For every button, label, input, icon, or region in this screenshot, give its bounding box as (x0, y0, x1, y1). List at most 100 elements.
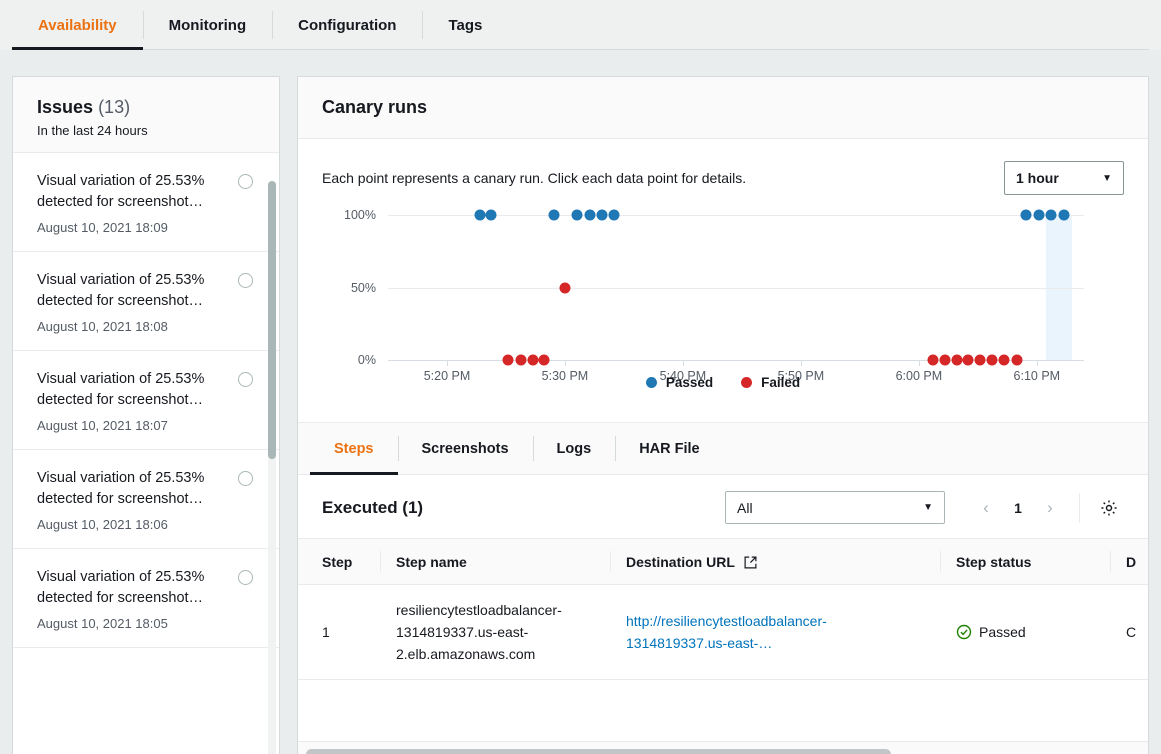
check-circle-icon (956, 624, 972, 640)
canary-runs-header: Canary runs (298, 77, 1148, 139)
chart-data-point-passed[interactable] (571, 210, 582, 221)
table-toolbar: Executed (1) All ▼ ‹ 1 › (298, 475, 1148, 538)
tab-tags-label: Tags (448, 17, 482, 34)
chart-toolbar: Each point represents a canary run. Clic… (322, 161, 1124, 195)
steps-table: Step Step name Destination URL Step stat… (298, 538, 1148, 680)
issues-count: (13) (98, 97, 130, 117)
next-page-button[interactable]: › (1035, 493, 1065, 523)
chart-data-point-passed[interactable] (584, 210, 595, 221)
canary-runs-panel: Canary runs Each point represents a cana… (297, 76, 1149, 754)
list-item[interactable]: Visual variation of 25.53% detected for … (13, 549, 279, 648)
table-row[interactable]: 1 resiliencytestloadbalancer-1314819337.… (298, 585, 1148, 680)
list-item[interactable]: Visual variation of 25.53% detected for … (13, 450, 279, 549)
issues-panel: Issues (13) In the last 24 hours Visual … (12, 76, 280, 754)
chart-data-point-passed[interactable] (1045, 210, 1056, 221)
chart-data-point-failed[interactable] (516, 355, 527, 366)
chart-data-point-failed[interactable] (986, 355, 997, 366)
legend-swatch-passed (646, 377, 657, 388)
tab-tags[interactable]: Tags (422, 0, 508, 50)
chart-data-point-passed[interactable] (596, 210, 607, 221)
chart-y-tick-label: 50% (351, 281, 376, 295)
issue-description: Visual variation of 25.53% detected for … (37, 171, 233, 213)
gear-icon[interactable] (1079, 493, 1124, 523)
page-number[interactable]: 1 (1003, 493, 1033, 523)
issues-title: Issues (13) (37, 97, 255, 118)
chart-gridline (388, 288, 1084, 289)
issues-title-text: Issues (37, 97, 93, 117)
chart-data-point-passed[interactable] (549, 210, 560, 221)
column-header-step-name[interactable]: Step name (380, 539, 610, 585)
radio-icon[interactable] (238, 174, 253, 189)
chart-data-point-failed[interactable] (928, 355, 939, 366)
period-select[interactable]: 1 hour ▼ (1004, 161, 1124, 195)
period-select-value: 1 hour (1016, 170, 1059, 186)
chart-data-point-failed[interactable] (998, 355, 1009, 366)
tab-availability[interactable]: Availability (12, 0, 143, 50)
issue-timestamp: August 10, 2021 18:08 (37, 319, 255, 334)
tab-logs[interactable]: Logs (533, 423, 616, 474)
chart-caption: Each point represents a canary run. Clic… (322, 170, 746, 186)
chart-data-point-passed[interactable] (475, 210, 486, 221)
tab-har-file[interactable]: HAR File (615, 423, 723, 474)
page-body: Issues (13) In the last 24 hours Visual … (0, 50, 1161, 754)
chart-data-point-passed[interactable] (485, 210, 496, 221)
chart-x-tick-mark (565, 360, 566, 366)
column-header-step-status[interactable]: Step status (940, 539, 1110, 585)
list-item[interactable]: Visual variation of 25.53% detected for … (13, 351, 279, 450)
status-badge: Passed (979, 621, 1026, 643)
issues-subtitle: In the last 24 hours (37, 123, 255, 138)
radio-icon[interactable] (238, 570, 253, 585)
chart-data-point-failed[interactable] (503, 355, 514, 366)
chart-x-tick-mark (1037, 360, 1038, 366)
issues-header: Issues (13) In the last 24 hours (13, 77, 279, 153)
radio-icon[interactable] (238, 471, 253, 486)
chart-section: Each point represents a canary run. Clic… (298, 139, 1148, 400)
chart-data-point-passed[interactable] (1021, 210, 1032, 221)
chart-legend: Passed Failed (322, 375, 1124, 390)
chart-data-point-failed[interactable] (559, 282, 570, 293)
previous-page-button[interactable]: ‹ (971, 493, 1001, 523)
tab-steps[interactable]: Steps (310, 423, 398, 474)
chart-data-point-failed[interactable] (963, 355, 974, 366)
list-item[interactable]: Visual variation of 25.53% detected for … (13, 153, 279, 252)
table-scrollbar-thumb[interactable] (306, 749, 891, 754)
radio-icon[interactable] (238, 372, 253, 387)
column-header-destination-url[interactable]: Destination URL (610, 539, 940, 585)
issues-scrollbar-thumb[interactable] (268, 181, 276, 459)
chart-data-point-failed[interactable] (951, 355, 962, 366)
table-horizontal-scrollbar[interactable] (298, 741, 1148, 754)
chart-data-point-failed[interactable] (975, 355, 986, 366)
destination-url-link[interactable]: http://resiliencytestloadbalancer-131481… (626, 613, 827, 651)
chart-y-tick-label: 0% (358, 353, 376, 367)
tab-steps-label: Steps (334, 441, 374, 457)
chart-data-point-failed[interactable] (538, 355, 549, 366)
list-item[interactable]: Visual variation of 25.53% detected for … (13, 252, 279, 351)
pagination: ‹ 1 › (971, 493, 1065, 523)
radio-icon[interactable] (238, 273, 253, 288)
chart-data-point-failed[interactable] (939, 355, 950, 366)
chevron-down-icon: ▼ (923, 502, 933, 513)
chart-x-tick-mark (447, 360, 448, 366)
chart-data-point-passed[interactable] (609, 210, 620, 221)
status-filter-select[interactable]: All ▼ (725, 491, 945, 524)
chart-data-point-failed[interactable] (1011, 355, 1022, 366)
issue-description: Visual variation of 25.53% detected for … (37, 567, 233, 609)
column-header-step[interactable]: Step (298, 539, 380, 585)
chart-data-point-passed[interactable] (1034, 210, 1045, 221)
chart-y-tick-label: 100% (344, 208, 376, 222)
chart-plot-area[interactable]: 100%50%0%5:20 PM5:30 PM5:40 PM5:50 PM6:0… (388, 215, 1084, 360)
external-link-icon (744, 556, 757, 569)
legend-label-failed: Failed (761, 375, 800, 390)
chart-data-point-failed[interactable] (528, 355, 539, 366)
chart-x-tick-mark (801, 360, 802, 366)
tab-screenshots[interactable]: Screenshots (398, 423, 533, 474)
executed-title: Executed (1) (322, 498, 725, 518)
issue-description: Visual variation of 25.53% detected for … (37, 270, 233, 312)
steps-table-container: Step Step name Destination URL Step stat… (298, 538, 1148, 754)
chart-data-point-passed[interactable] (1058, 210, 1069, 221)
legend-label-passed: Passed (666, 375, 713, 390)
column-header-duration[interactable]: D (1110, 539, 1148, 585)
tab-configuration[interactable]: Configuration (272, 0, 422, 50)
tab-monitoring[interactable]: Monitoring (143, 0, 272, 50)
issue-timestamp: August 10, 2021 18:06 (37, 517, 255, 532)
